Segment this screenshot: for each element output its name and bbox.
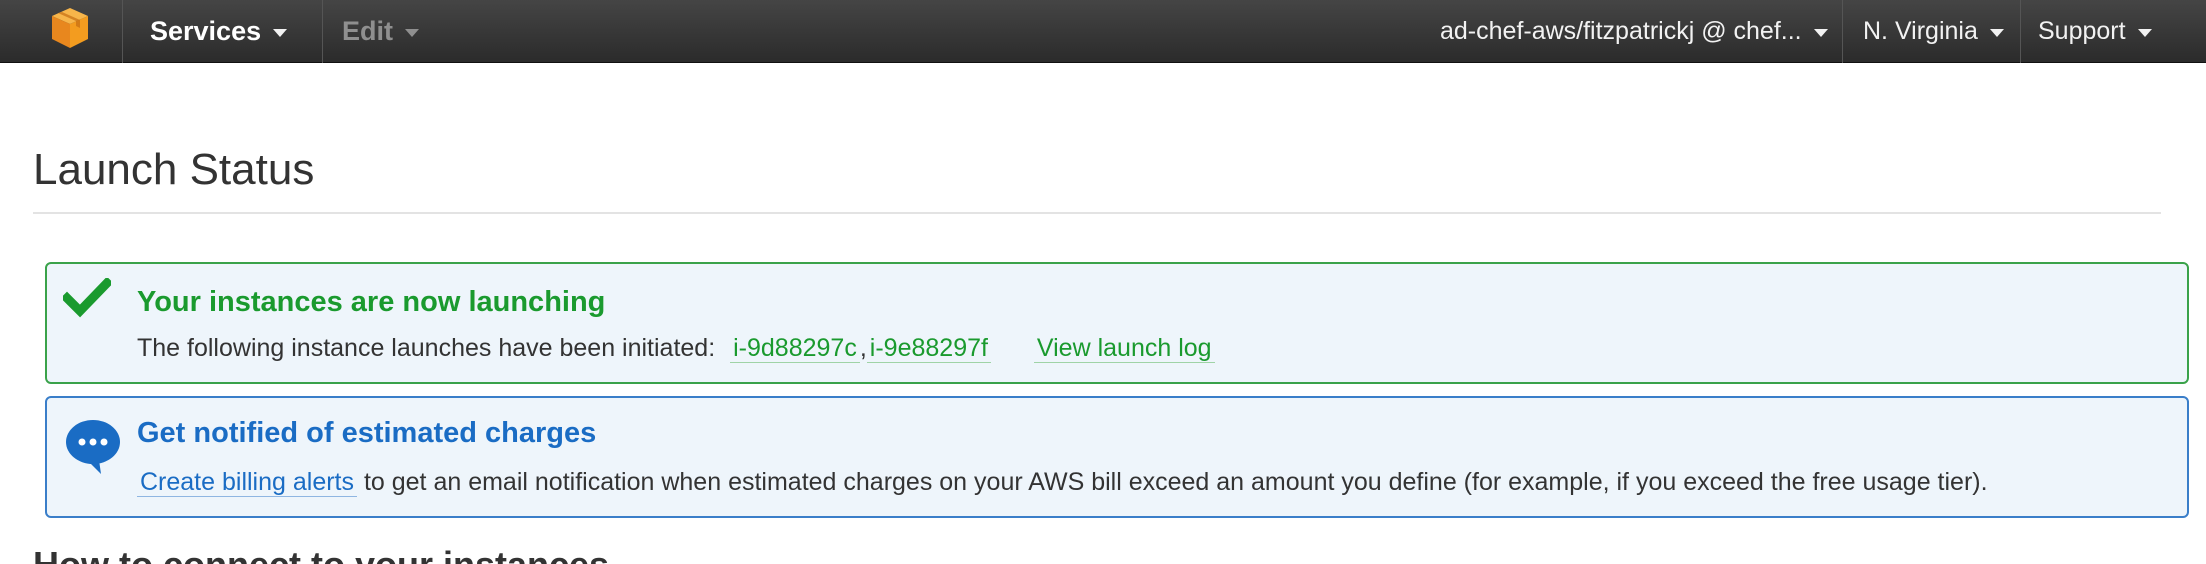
- view-launch-log-link[interactable]: View launch log: [1033, 334, 1215, 363]
- chevron-down-icon: [405, 29, 419, 37]
- checkmark-icon: [60, 276, 114, 323]
- success-body-text: The following instance launches have bee…: [137, 334, 716, 362]
- edit-menu[interactable]: Edit: [342, 0, 419, 63]
- connect-section-heading: How to connect to your instances: [33, 544, 609, 564]
- top-navigation-bar: Services Edit ad-chef-aws/fitzpatrickj @…: [0, 0, 2206, 63]
- support-menu[interactable]: Support: [2038, 0, 2152, 63]
- success-body: The following instance launches have bee…: [137, 334, 1215, 363]
- speech-bubble-icon: [63, 416, 123, 481]
- nav-divider: [1842, 0, 1843, 63]
- nav-divider: [322, 0, 323, 63]
- chevron-down-icon: [1989, 29, 2004, 37]
- page-title: Launch Status: [33, 145, 315, 194]
- instance-link[interactable]: i-9d88297c: [730, 334, 860, 363]
- services-menu[interactable]: Services: [150, 0, 288, 63]
- instance-link[interactable]: i-9e88297f: [866, 334, 991, 363]
- launch-success-alert: Your instances are now launching The fol…: [45, 262, 2189, 384]
- nav-divider: [122, 0, 123, 63]
- account-label: ad-chef-aws/fitzpatrickj @ chef...: [1440, 17, 1802, 45]
- billing-heading: Get notified of estimated charges: [137, 417, 597, 449]
- chevron-down-icon: [273, 29, 288, 37]
- aws-logo-icon[interactable]: [48, 6, 92, 50]
- billing-body-text: to get an email notification when estima…: [363, 468, 1988, 496]
- region-menu[interactable]: N. Virginia: [1863, 0, 2004, 63]
- account-menu[interactable]: ad-chef-aws/fitzpatrickj @ chef...: [1440, 0, 1828, 63]
- support-label: Support: [2038, 17, 2126, 45]
- region-label: N. Virginia: [1863, 17, 1978, 45]
- billing-notification-alert: Get notified of estimated charges Create…: [45, 396, 2189, 518]
- instance-separator: ,: [859, 334, 867, 362]
- chevron-down-icon: [2137, 29, 2152, 37]
- billing-body: Create billing alerts to get an email no…: [137, 468, 1988, 497]
- success-heading: Your instances are now launching: [137, 286, 606, 318]
- title-divider: [33, 212, 2161, 214]
- services-label: Services: [150, 16, 262, 46]
- nav-divider: [2020, 0, 2021, 63]
- chevron-down-icon: [1813, 29, 1828, 37]
- create-billing-alerts-link[interactable]: Create billing alerts: [137, 468, 357, 497]
- edit-label: Edit: [342, 16, 393, 46]
